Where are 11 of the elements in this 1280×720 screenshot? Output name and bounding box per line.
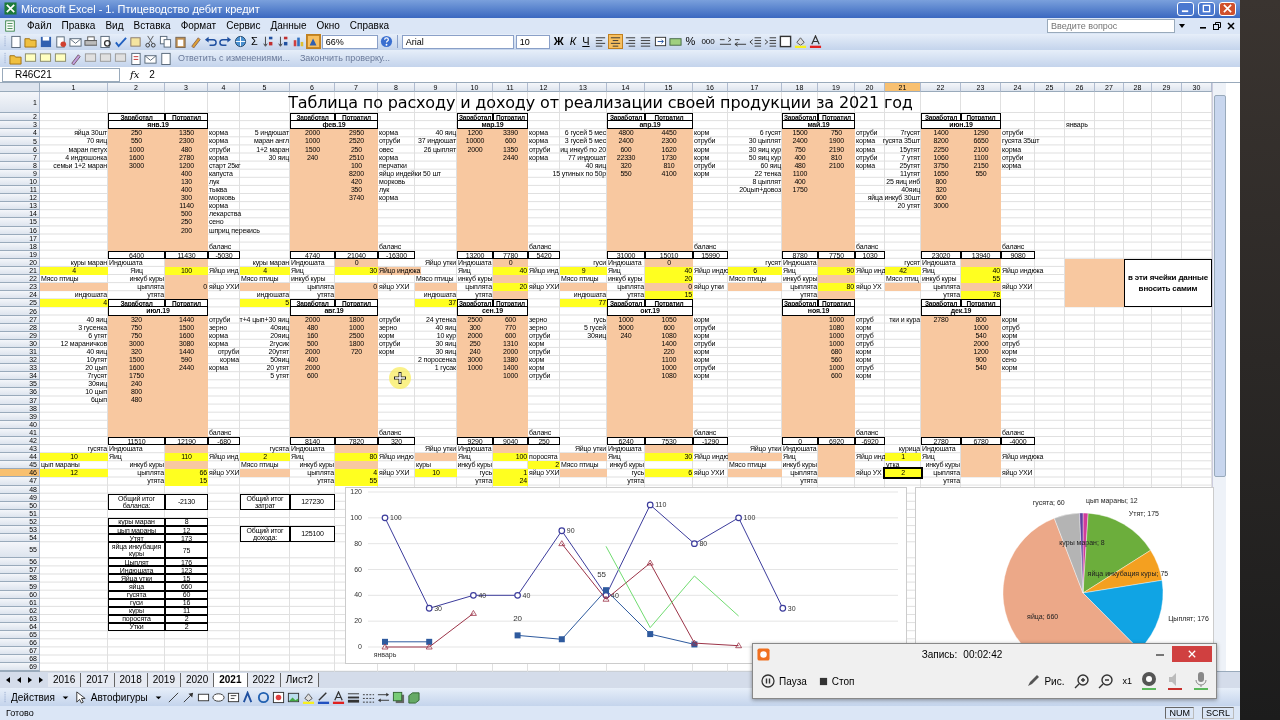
chart-annotation: 20 — [513, 614, 523, 624]
zoom-level: x1 — [1122, 676, 1132, 686]
status-indicator: SCRL — [1202, 707, 1234, 720]
status-text: Готово — [6, 708, 34, 719]
note-box: в эти ячейки данные вносить самим — [1124, 258, 1212, 308]
window-title: Microsoft Excel - 1. Птицеводство дебит кредит — [21, 2, 260, 15]
status-indicator: NUM — [1165, 707, 1194, 720]
sheet-title: Таблица по расходу и доходу от реализации своей продукции за 2021 год — [287, 92, 914, 114]
chart-annotation: 55 — [597, 570, 607, 580]
recording-label: Запись: — [921, 648, 958, 660]
recording-time: 00:02:42 — [963, 648, 1003, 660]
